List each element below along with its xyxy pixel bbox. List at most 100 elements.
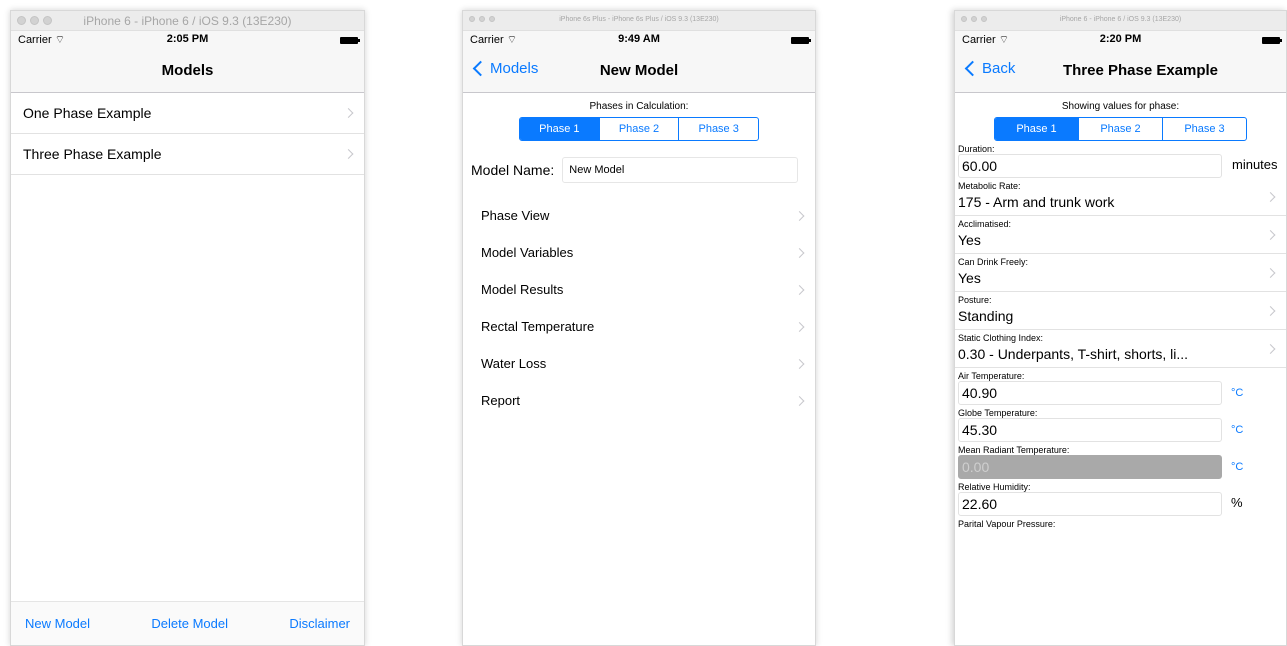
air-temperature-input[interactable]: 40.90	[958, 381, 1222, 405]
acclimatised-label: Acclimatised:	[958, 219, 1012, 229]
posture-label: Posture:	[958, 295, 992, 305]
menu-item-label: Report	[481, 393, 521, 408]
relative-humidity-field-group: Relative Humidity: 22.60 %	[955, 479, 1286, 516]
list-item-label: One Phase Example	[23, 105, 152, 121]
battery-icon	[1262, 37, 1282, 44]
navigation-bar: Models New Model	[463, 49, 815, 93]
menu-item-rectal-temperature[interactable]: Rectal Temperature	[463, 308, 815, 345]
menu-item-water-loss[interactable]: Water Loss	[463, 345, 815, 382]
menu-item-model-variables[interactable]: Model Variables	[463, 234, 815, 271]
duration-field-group: Duration: 60.00 minutes	[955, 141, 1286, 178]
simulator-window-models: iPhone 6 - iPhone 6 / iOS 9.3 (13E230) C…	[10, 10, 365, 646]
chevron-right-icon	[794, 247, 805, 258]
menu-item-phase-view[interactable]: Phase View	[463, 197, 815, 234]
window-titlebar: iPhone 6 - iPhone 6 / iOS 9.3 (13E230)	[955, 11, 1286, 31]
segment-phase-3[interactable]: Phase 3	[1162, 118, 1246, 140]
segment-phase-2[interactable]: Phase 2	[1078, 118, 1162, 140]
window-titlebar: iPhone 6 - iPhone 6 / iOS 9.3 (13E230)	[11, 11, 364, 31]
acclimatised-row[interactable]: Acclimatised: Yes	[955, 216, 1286, 254]
bottom-toolbar: New Model Delete Model Disclaimer	[11, 601, 364, 645]
navigation-bar: Back Three Phase Example	[955, 49, 1286, 93]
relative-humidity-label: Relative Humidity:	[958, 482, 1031, 492]
status-bar: Carrier ⌔ 2:05 PM	[11, 31, 364, 49]
clothing-index-value: 0.30 - Underpants, T-shirt, shorts, li..…	[958, 346, 1189, 362]
can-drink-freely-row[interactable]: Can Drink Freely: Yes	[955, 254, 1286, 292]
segment-phase-1[interactable]: Phase 1	[520, 118, 599, 140]
delete-model-button[interactable]: Delete Model	[151, 616, 228, 631]
segment-phase-3[interactable]: Phase 3	[678, 118, 758, 140]
duration-label: Duration:	[958, 144, 995, 154]
globe-temperature-input[interactable]: 45.30	[958, 418, 1222, 442]
duration-input[interactable]: 60.00	[958, 154, 1222, 178]
model-name-row: Model Name: New Model	[471, 157, 815, 183]
clothing-index-label: Static Clothing Index:	[958, 333, 1044, 343]
page-title: Three Phase Example	[1062, 62, 1219, 79]
status-time: 2:05 PM	[166, 33, 209, 45]
page-title: New Model	[599, 62, 679, 79]
air-temperature-label: Air Temperature:	[958, 371, 1025, 381]
relative-humidity-input[interactable]: 22.60	[958, 492, 1222, 516]
phase-caption: Showing values for phase:	[1061, 101, 1180, 112]
clothing-index-row[interactable]: Static Clothing Index: 0.30 - Underpants…	[955, 330, 1286, 368]
menu-item-label: Model Results	[481, 282, 564, 297]
model-name-label: Model Name:	[471, 162, 555, 178]
model-menu: Phase View Model Variables Model Results…	[463, 197, 815, 419]
chevron-right-icon	[343, 108, 354, 118]
new-model-button[interactable]: New Model	[25, 616, 90, 631]
duration-unit: minutes	[1232, 157, 1278, 172]
status-time: 9:49 AM	[618, 33, 660, 45]
list-item-label: Three Phase Example	[23, 146, 162, 162]
page-title: Models	[161, 62, 214, 79]
vapour-pressure-label: Parital Vapour Pressure:	[958, 519, 1056, 529]
window-titlebar: iPhone 6s Plus - iPhone 6s Plus / iOS 9.…	[463, 11, 815, 31]
menu-item-label: Water Loss	[481, 356, 547, 371]
simulator-window-three-phase-example: iPhone 6 - iPhone 6 / iOS 9.3 (13E230) C…	[954, 10, 1287, 646]
menu-item-label: Phase View	[481, 208, 550, 223]
window-title: iPhone 6 - iPhone 6 / iOS 9.3 (13E230)	[83, 14, 292, 28]
posture-row[interactable]: Posture: Standing	[955, 292, 1286, 330]
globe-temperature-unit: °C	[1231, 424, 1244, 436]
air-temperature-unit: °C	[1231, 387, 1244, 399]
window-title: iPhone 6 - iPhone 6 / iOS 9.3 (13E230)	[1059, 16, 1182, 23]
menu-item-model-results[interactable]: Model Results	[463, 271, 815, 308]
mean-radiant-temperature-label: Mean Radiant Temperature:	[958, 445, 1070, 455]
segment-phase-2[interactable]: Phase 2	[598, 118, 679, 140]
menu-item-label: Model Variables	[481, 245, 574, 260]
can-drink-freely-value: Yes	[958, 270, 981, 286]
model-name-field[interactable]: New Model	[562, 157, 799, 183]
list-item-one-phase-example[interactable]: One Phase Example	[11, 93, 364, 134]
phases-caption: Phases in Calculation:	[589, 101, 689, 112]
chevron-right-icon	[794, 395, 805, 406]
mean-radiant-temperature-unit: °C	[1231, 461, 1244, 473]
chevron-right-icon	[343, 149, 354, 159]
chevron-right-icon	[794, 284, 805, 295]
menu-item-report[interactable]: Report	[463, 382, 815, 419]
globe-temperature-label: Globe Temperature:	[958, 408, 1038, 418]
air-temperature-field-group: Air Temperature: 40.90 °C	[955, 368, 1286, 405]
can-drink-freely-label: Can Drink Freely:	[958, 257, 1029, 267]
segment-phase-1[interactable]: Phase 1	[995, 118, 1078, 140]
status-bar: Carrier ⌔ 2:20 PM	[955, 31, 1286, 49]
vapour-pressure-field-group: Parital Vapour Pressure:	[955, 516, 1286, 529]
status-bar: Carrier ⌔ 9:49 AM	[463, 31, 815, 49]
window-title: iPhone 6s Plus - iPhone 6s Plus / iOS 9.…	[559, 16, 719, 23]
metabolic-rate-value: 175 - Arm and trunk work	[958, 194, 1115, 210]
navigation-bar: Models	[11, 49, 364, 93]
mean-radiant-temperature-input: 0.00	[958, 455, 1222, 479]
globe-temperature-field-group: Globe Temperature: 45.30 °C	[955, 405, 1286, 442]
relative-humidity-unit: %	[1231, 495, 1243, 510]
phase-segmented-control: Phase 1 Phase 2 Phase 3	[994, 117, 1247, 141]
simulator-window-new-model: iPhone 6s Plus - iPhone 6s Plus / iOS 9.…	[462, 10, 816, 646]
menu-item-label: Rectal Temperature	[481, 319, 595, 334]
posture-value: Standing	[958, 308, 1014, 324]
battery-icon	[791, 37, 811, 44]
battery-icon	[340, 37, 360, 44]
metabolic-rate-row[interactable]: Metabolic Rate: 175 - Arm and trunk work	[955, 178, 1286, 216]
chevron-left-icon	[964, 60, 981, 77]
metabolic-rate-label: Metabolic Rate:	[958, 181, 1021, 191]
list-item-three-phase-example[interactable]: Three Phase Example	[11, 134, 364, 175]
disclaimer-button[interactable]: Disclaimer	[289, 616, 350, 631]
status-time: 2:20 PM	[1099, 33, 1142, 45]
chevron-right-icon	[794, 321, 805, 332]
chevron-right-icon	[794, 210, 805, 221]
